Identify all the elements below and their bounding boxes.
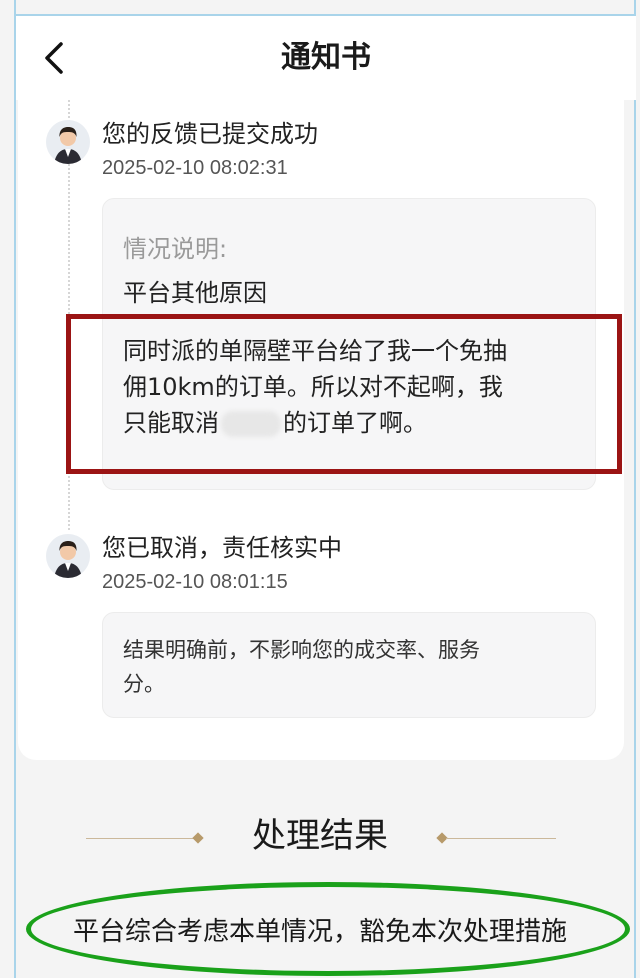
feedback-detail-text: 同时派的单隔壁平台给了我一个免抽 佣10km的订单。所以对不起啊，我 只能取消 的… bbox=[123, 333, 579, 441]
situation-label: 情况说明: bbox=[123, 235, 228, 263]
event-title: 您的反馈已提交成功 bbox=[102, 120, 318, 148]
detail-line: 只能取消 的订单了啊。 bbox=[123, 405, 579, 441]
timeline-card: 您的反馈已提交成功 2025-02-10 08:02:31 情况说明: 平台其他… bbox=[18, 100, 624, 760]
redacted-text-mask bbox=[221, 411, 281, 437]
result-text: 平台综合考虑本单情况，豁免本次处理措施 bbox=[72, 917, 567, 947]
user-avatar-icon bbox=[46, 534, 90, 578]
detail-line-prefix: 只能取消 bbox=[123, 409, 219, 437]
detail-line: 分。 bbox=[123, 672, 165, 696]
detail-line: 同时派的单隔壁平台给了我一个免抽 bbox=[123, 337, 507, 365]
detail-line: 佣10km的订单。所以对不起啊，我 bbox=[123, 373, 503, 401]
notice-detail-text: 结果明确前，不影响您的成交率、服务 分。 bbox=[123, 633, 563, 701]
user-avatar-icon bbox=[46, 120, 90, 164]
avatar bbox=[46, 120, 90, 164]
frame-border-top bbox=[14, 14, 636, 16]
event-timestamp: 2025-02-10 08:02:31 bbox=[102, 157, 288, 179]
detail-line-suffix: 的订单了啊。 bbox=[283, 409, 427, 437]
result-section-title: 处理结果 bbox=[252, 816, 388, 856]
event-timestamp: 2025-02-10 08:01:15 bbox=[102, 571, 288, 593]
timeline-connector bbox=[68, 100, 70, 530]
decor-line-right bbox=[446, 838, 556, 839]
notice-page: 通知书 您的反馈已提交成功 2025-02-10 08:02:31 情况说明: … bbox=[0, 0, 640, 978]
page-title: 通知书 bbox=[281, 40, 371, 75]
reason-text: 平台其他原因 bbox=[123, 279, 267, 307]
feedback-detail-box: 情况说明: 平台其他原因 同时派的单隔壁平台给了我一个免抽 佣10km的订单。所… bbox=[102, 198, 596, 490]
event-title: 您已取消，责任核实中 bbox=[102, 534, 342, 562]
avatar bbox=[46, 534, 90, 578]
detail-line: 结果明确前，不影响您的成交率、服务 bbox=[123, 638, 480, 662]
top-nav-bar: 通知书 bbox=[16, 16, 636, 100]
notice-detail-box: 结果明确前，不影响您的成交率、服务 分。 bbox=[102, 612, 596, 718]
